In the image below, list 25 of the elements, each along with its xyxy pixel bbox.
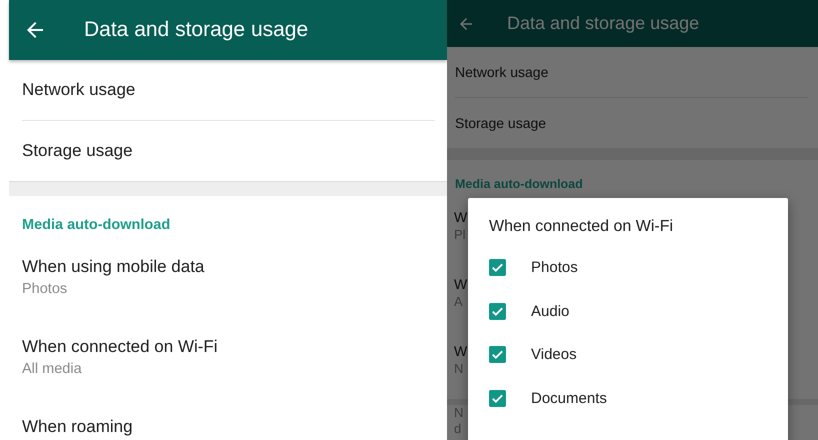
settings-item[interactable]: Network usage <box>447 47 818 97</box>
settings-item-title[interactable]: When connected on Wi-Fi <box>22 337 218 357</box>
checkbox[interactable] <box>489 346 506 364</box>
section-header: Media auto-download <box>22 217 170 233</box>
settings-item[interactable]: Storage usage <box>447 98 818 148</box>
checkbox[interactable] <box>489 302 506 320</box>
section-header: Media auto-download <box>455 177 583 191</box>
settings-item-title: W <box>454 208 468 226</box>
checkbox[interactable] <box>489 259 506 276</box>
settings-item-subtitle: All media <box>22 360 82 378</box>
checkbox[interactable] <box>489 390 506 407</box>
dialog-title: When connected on Wi-Fi <box>489 218 674 235</box>
screen-title: Data and storage usage <box>507 13 700 34</box>
screen-title: Data and storage usage <box>84 18 308 42</box>
option-label: Documents <box>531 390 607 407</box>
settings-item[interactable]: Network usage <box>9 60 447 120</box>
settings-item-title: W <box>454 275 468 293</box>
settings-item-title[interactable]: When roaming <box>22 417 133 437</box>
option-label: Audio <box>531 302 570 320</box>
settings-item-title: W <box>454 342 468 360</box>
option-label: Photos <box>531 259 578 276</box>
settings-item-title[interactable]: When using mobile data <box>22 257 204 277</box>
settings-item[interactable]: Storage usage <box>9 121 447 181</box>
settings-item-subtitle: Photos <box>22 280 68 298</box>
option-label: Videos <box>531 346 577 364</box>
